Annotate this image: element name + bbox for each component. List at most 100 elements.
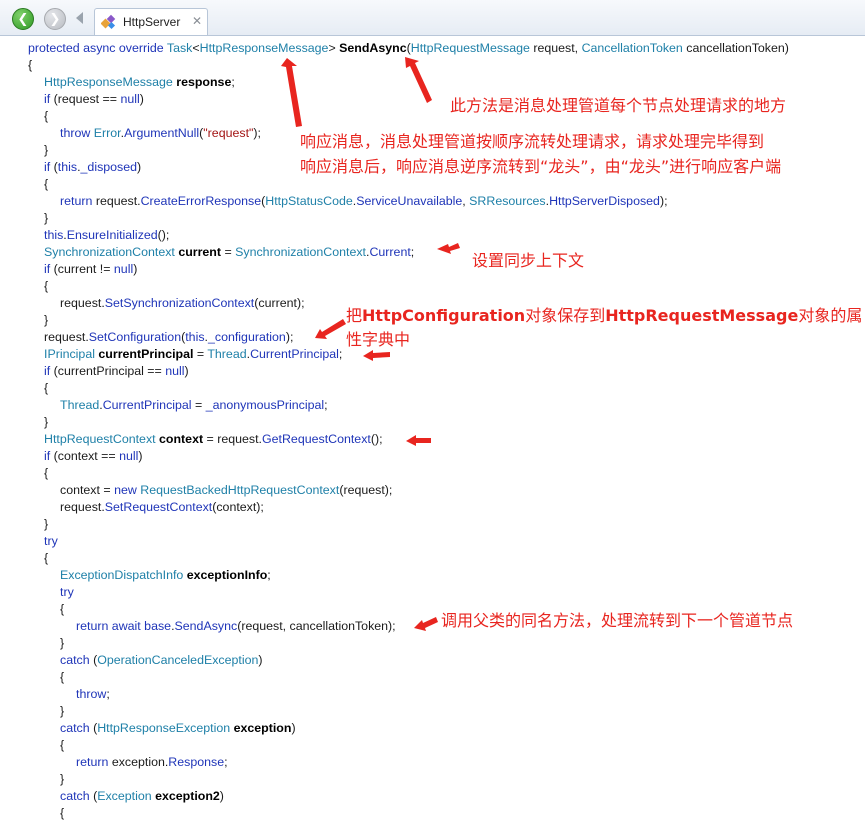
code-token: {: [60, 738, 65, 752]
code-token: Task: [166, 41, 193, 55]
code-line: request.SetRequestContext(context);: [60, 499, 264, 516]
code-token: {: [60, 806, 65, 820]
code-line: }: [44, 312, 48, 329]
code-token: =: [191, 398, 206, 412]
code-token: try: [44, 534, 58, 548]
code-token: new: [114, 483, 141, 497]
code-token: Thread: [60, 398, 100, 412]
code-token: Thread: [207, 347, 247, 361]
code-token: }: [60, 772, 65, 786]
code-line: }: [44, 210, 48, 227]
forward-button[interactable]: ❯: [44, 8, 66, 30]
code-token: (current !=: [50, 262, 114, 276]
history-dropdown-icon[interactable]: [76, 12, 83, 24]
code-token: ();: [157, 228, 170, 242]
code-line: this.EnsureInitialized();: [44, 227, 169, 244]
code-line: catch (Exception exception2): [60, 788, 224, 805]
code-line: {: [60, 601, 64, 618]
arrow-left-icon: ❮: [17, 11, 29, 27]
code-token: response: [176, 75, 232, 89]
arrow-right-icon: ❯: [49, 11, 61, 27]
code-token: ): [291, 721, 296, 735]
code-token: ServiceUnavailable: [356, 194, 463, 208]
code-token: catch: [60, 653, 90, 667]
code-token: ExceptionDispatchInfo: [60, 568, 187, 582]
code-token: {: [60, 602, 65, 616]
code-token: (request);: [339, 483, 393, 497]
code-token: {: [44, 177, 49, 191]
close-icon[interactable]: ✕: [192, 14, 202, 28]
code-token: CurrentPrincipal: [102, 398, 192, 412]
code-line: {: [28, 57, 32, 74]
code-line: try: [60, 584, 74, 601]
code-token: catch: [60, 789, 90, 803]
code-line: if (context == null): [44, 448, 143, 465]
code-line: {: [44, 108, 48, 125]
code-token: context =: [60, 483, 115, 497]
code-line: {: [44, 380, 48, 397]
code-line: }: [60, 703, 64, 720]
code-token: =: [221, 245, 236, 259]
code-token: =: [193, 347, 208, 361]
code-token: "request": [203, 126, 254, 140]
code-line: {: [60, 737, 64, 754]
code-token: }: [44, 143, 49, 157]
code-token: ): [138, 449, 143, 463]
code-token: (currentPrincipal ==: [50, 364, 166, 378]
code-token: (request, cancellationToken);: [237, 619, 396, 633]
code-token: throw: [60, 126, 94, 140]
code-token: throw: [76, 687, 107, 701]
code-token: HttpResponseMessage: [44, 75, 177, 89]
code-token: HttpResponseException: [97, 721, 234, 735]
code-token: HttpStatusCode: [265, 194, 353, 208]
toolbar: ❮ ❯ HttpServer ✕: [0, 0, 865, 36]
code-token: RequestBackedHttpRequestContext: [140, 483, 340, 497]
code-line: {: [44, 465, 48, 482]
code-token: ;: [267, 568, 271, 582]
code-token: SetRequestContext: [104, 500, 213, 514]
code-token: = request.: [203, 432, 263, 446]
code-token: null: [113, 262, 134, 276]
code-token: {: [44, 551, 49, 565]
code-line: if (currentPrincipal == null): [44, 363, 189, 380]
code-token: }: [44, 211, 49, 225]
code-line: try: [44, 533, 58, 550]
code-token: ): [133, 262, 138, 276]
code-token: (context ==: [50, 449, 120, 463]
code-token: ArgumentNull: [124, 126, 200, 140]
code-token: {: [44, 279, 49, 293]
code-token: request,: [529, 41, 582, 55]
code-token: ): [258, 653, 263, 667]
back-button[interactable]: ❮: [12, 8, 34, 30]
code-token: HttpServerDisposed: [549, 194, 660, 208]
code-line: throw;: [76, 686, 110, 703]
code-token: context: [159, 432, 204, 446]
code-token: }: [44, 313, 49, 327]
code-line: if (this._disposed): [44, 159, 141, 176]
code-token: ): [137, 160, 142, 174]
code-token: Current: [369, 245, 411, 259]
code-line: }: [44, 516, 48, 533]
code-token: {: [28, 58, 33, 72]
code-line: }: [60, 771, 64, 788]
code-token: SRResources: [469, 194, 546, 208]
code-token: {: [44, 381, 49, 395]
code-token: CancellationToken: [581, 41, 683, 55]
code-token: ): [219, 789, 224, 803]
config-note-line1: 把HttpConfiguration对象保存到HttpRequestMessag…: [346, 306, 863, 325]
code-token: {: [44, 466, 49, 480]
code-token: exception: [233, 721, 292, 735]
code-token: >: [328, 41, 340, 55]
class-icon: [101, 14, 116, 30]
code-token: <: [192, 41, 200, 55]
code-token: this: [57, 160, 78, 174]
code-line: catch (OperationCanceledException): [60, 652, 263, 669]
code-line: request.SetSynchronizationContext(curren…: [60, 295, 305, 312]
response-note-line2: 响应消息后，响应消息逆序流转到“龙头”，由“龙头”进行响应客户端: [300, 157, 782, 176]
code-line: return await base.SendAsync(request, can…: [76, 618, 396, 635]
code-token: ;: [106, 687, 110, 701]
tab-httpserver[interactable]: HttpServer ✕: [94, 8, 208, 35]
code-line: catch (HttpResponseException exception): [60, 720, 296, 737]
code-token: null: [165, 364, 185, 378]
code-token: exception.: [111, 755, 169, 769]
